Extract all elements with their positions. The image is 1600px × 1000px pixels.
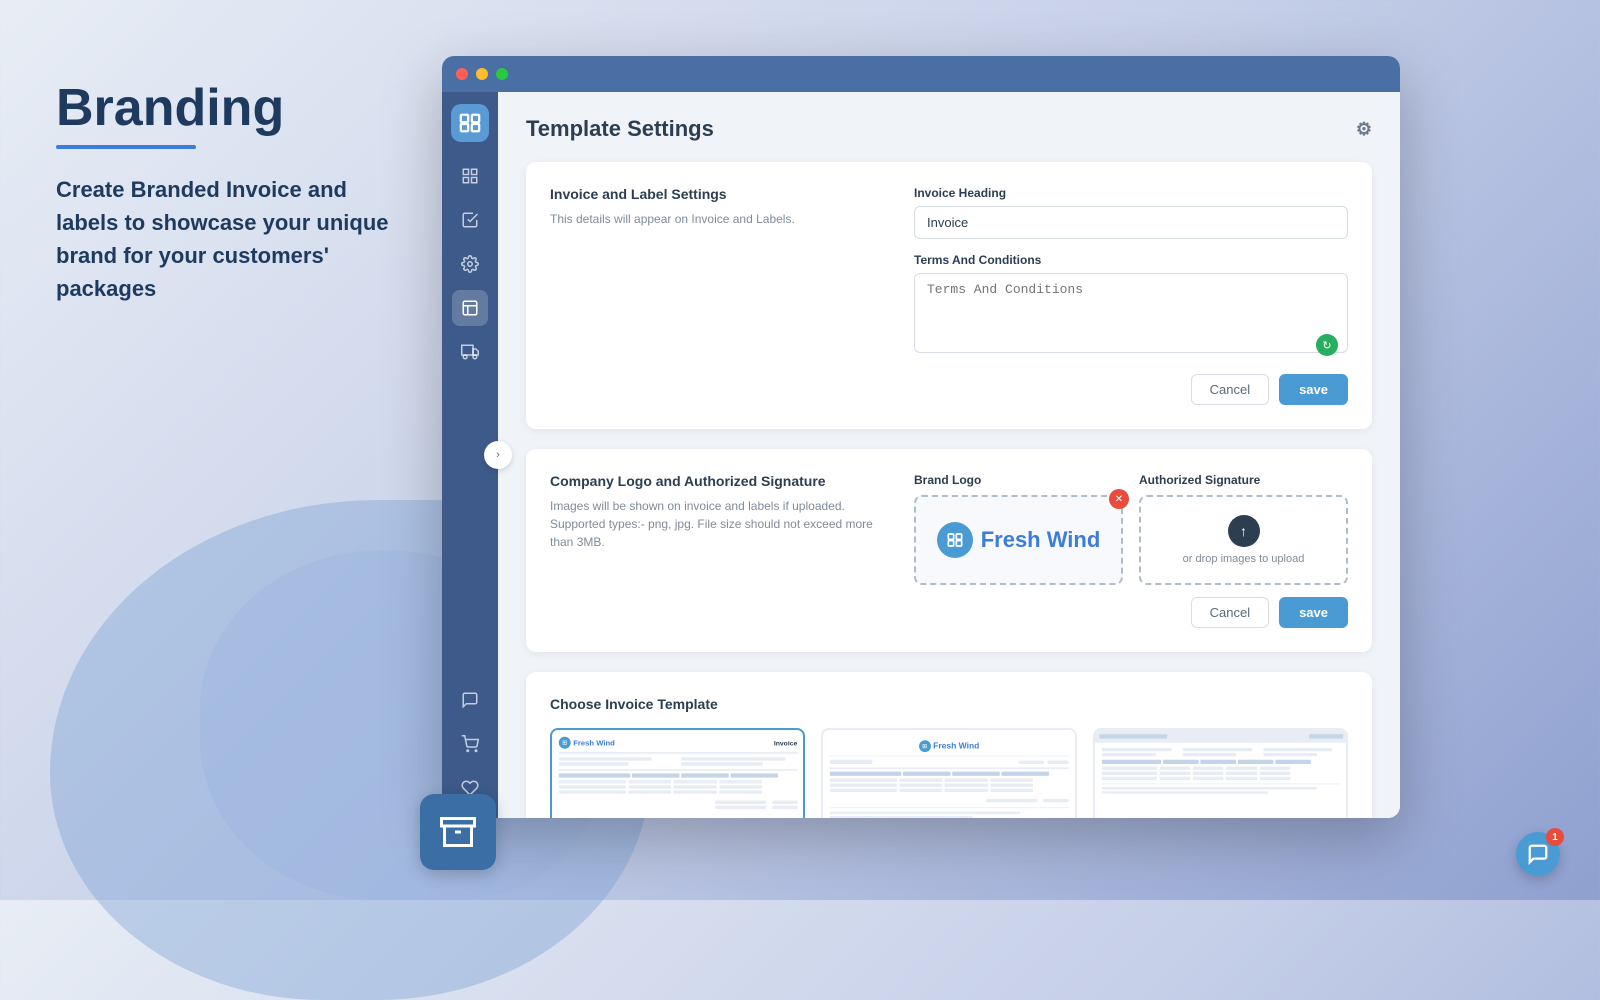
logo-settings-desc: Images will be shown on invoice and labe…	[550, 497, 890, 551]
logo-cancel-button[interactable]: Cancel	[1191, 597, 1269, 628]
invoice-settings-actions: Cancel save	[914, 374, 1348, 405]
branding-title: Branding	[56, 80, 406, 137]
sidebar-item-cart[interactable]	[452, 726, 488, 762]
sidebar-item-template[interactable]	[452, 290, 488, 326]
invoice-heading-input[interactable]	[914, 206, 1348, 239]
traffic-light-red[interactable]	[456, 68, 468, 80]
sidebar-collapse-button[interactable]: ›	[484, 441, 512, 469]
logo-text: Fresh Wind	[981, 527, 1101, 553]
logo-settings-right: Brand Logo Fresh Wind	[914, 473, 1348, 628]
invoice-settings-desc: This details will appear on Invoice and …	[550, 210, 890, 228]
logo-settings-card: Company Logo and Authorized Signature Im…	[526, 449, 1372, 652]
template-section: Choose Invoice Template ⊞ Fresh Wind Inv…	[526, 672, 1372, 818]
traffic-light-green[interactable]	[496, 68, 508, 80]
upload-hint-text: or drop images to upload	[1183, 553, 1305, 565]
logo-preview: Fresh Wind	[937, 522, 1101, 558]
heading-label: Invoice Heading	[914, 186, 1348, 200]
logo-settings-title: Company Logo and Authorized Signature	[550, 473, 890, 489]
textarea-refresh-button[interactable]: ↻	[1316, 334, 1338, 356]
sidebar-item-shipping[interactable]	[452, 334, 488, 370]
upload-arrow-icon: ↑	[1228, 515, 1260, 547]
terms-label: Terms And Conditions	[914, 253, 1348, 267]
sidebar-item-support[interactable]	[452, 682, 488, 718]
terms-textarea[interactable]	[914, 273, 1348, 353]
content-area: Template Settings ⚙ Invoice and Label Se…	[498, 92, 1400, 818]
invoice-save-button[interactable]: save	[1279, 374, 1348, 405]
app-window: › Template Settings ⚙ Invoice and Label …	[442, 56, 1400, 818]
logo-settings-actions: Cancel save	[914, 597, 1348, 628]
authorized-sig-label: Authorized Signature	[1139, 473, 1348, 487]
invoice-settings-left: Invoice and Label Settings This details …	[550, 186, 890, 405]
authorized-sig-box: Authorized Signature ↑ or drop images to…	[1139, 473, 1348, 585]
terms-textarea-wrapper: ↻	[914, 273, 1348, 366]
logo-remove-button[interactable]: ✕	[1109, 489, 1129, 509]
chat-button[interactable]: 1	[1516, 832, 1560, 876]
branding-description: Create Branded Invoice and labels to sho…	[56, 173, 406, 305]
logo-icon	[937, 522, 973, 558]
sidebar: ›	[442, 92, 498, 818]
invoice-settings-card: Invoice and Label Settings This details …	[526, 162, 1372, 429]
brand-logo-box: Brand Logo Fresh Wind	[914, 473, 1123, 585]
upload-row: Brand Logo Fresh Wind	[914, 473, 1348, 585]
brand-logo-upload-area[interactable]: Fresh Wind ✕	[914, 495, 1123, 585]
template-grid: ⊞ Fresh Wind Invoice	[550, 728, 1348, 818]
page-header: Template Settings ⚙	[526, 116, 1372, 142]
gear-button[interactable]: ⚙	[1356, 119, 1372, 140]
left-panel: Branding Create Branded Invoice and labe…	[56, 80, 406, 305]
sidebar-item-settings[interactable]	[452, 246, 488, 282]
traffic-light-yellow[interactable]	[476, 68, 488, 80]
page-title-text: Template Settings	[526, 116, 714, 142]
upload-placeholder: ↑ or drop images to upload	[1183, 515, 1305, 565]
invoice-cancel-button[interactable]: Cancel	[1191, 374, 1269, 405]
title-bar	[442, 56, 1400, 92]
template-option-2[interactable]: ⊞ Fresh Wind	[821, 728, 1076, 818]
invoice-settings-title: Invoice and Label Settings	[550, 186, 890, 202]
template-2-preview: ⊞ Fresh Wind	[823, 730, 1075, 818]
template-1-preview: ⊞ Fresh Wind Invoice	[552, 730, 804, 818]
template-3-preview	[1095, 730, 1347, 801]
sidebar-item-orders[interactable]	[452, 202, 488, 238]
title-underline	[56, 145, 196, 149]
template-section-title: Choose Invoice Template	[550, 696, 1348, 712]
template-option-1[interactable]: ⊞ Fresh Wind Invoice	[550, 728, 805, 818]
sidebar-logo[interactable]	[451, 104, 489, 142]
brand-logo-label: Brand Logo	[914, 473, 1123, 487]
floating-package-icon[interactable]	[420, 794, 496, 870]
template-option-3[interactable]	[1093, 728, 1348, 818]
logo-save-button[interactable]: save	[1279, 597, 1348, 628]
app-body: › Template Settings ⚙ Invoice and Label …	[442, 92, 1400, 818]
logo-settings-left: Company Logo and Authorized Signature Im…	[550, 473, 890, 628]
chat-badge: 1	[1546, 828, 1564, 846]
signature-upload-area[interactable]: ↑ or drop images to upload	[1139, 495, 1348, 585]
invoice-settings-right: Invoice Heading Terms And Conditions ↻ C…	[914, 186, 1348, 405]
sidebar-item-grid[interactable]	[452, 158, 488, 194]
